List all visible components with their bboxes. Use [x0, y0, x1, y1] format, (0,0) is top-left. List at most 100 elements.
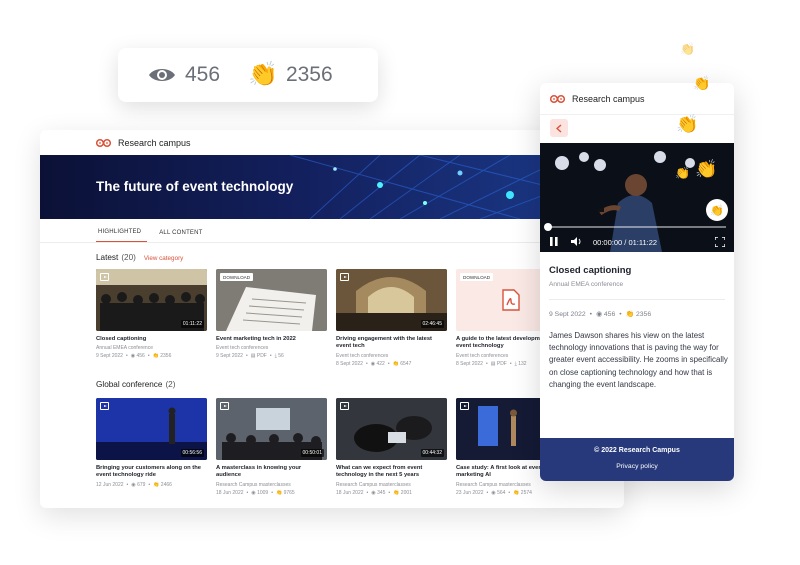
video-player[interactable]: 👏 👏 👏 [540, 143, 734, 252]
claps-count: 2356 [160, 353, 172, 360]
hero-banner: The future of event technology [40, 155, 624, 219]
video-icon [220, 402, 229, 410]
clap-icon: 👏 [392, 360, 399, 367]
page-title: The future of event technology [96, 179, 294, 194]
content-card[interactable]: 01:11:22 Closed captioning Annual EMEA c… [96, 269, 207, 367]
video-icon [100, 402, 109, 410]
claps-count: 6547 [400, 360, 412, 367]
eye-icon: ◉ [371, 489, 376, 496]
card-title: What can we expect from event technology… [336, 465, 423, 479]
mobile-view: Research campus 👏 👏 👏 00:00:00 / 01:11:2… [540, 83, 734, 481]
file-icon: ▤ [490, 360, 496, 367]
latest-grid: 01:11:22 Closed captioning Annual EMEA c… [96, 269, 576, 367]
card-title: Closed captioning [96, 336, 147, 342]
footer: © 2022 Research Campus Privacy policy [540, 438, 734, 481]
views-count: 1009 [257, 489, 269, 496]
floating-clap-icon: 👏 [680, 42, 695, 56]
views-count: 456 [603, 310, 616, 318]
card-meta: 9 Sept 2022 • ▤ PDF • ⤓ 56 [216, 353, 284, 360]
card-meta: 12 Jun 2022 • ◉ 679 • 👏 2466 [96, 481, 172, 488]
content-card[interactable]: 00:44:32 What can we expect from event t… [336, 398, 447, 496]
file-icon: ▤ [250, 353, 256, 360]
volume-icon[interactable] [571, 237, 582, 246]
clap-icon: 👏 [695, 159, 718, 179]
download-icon: ⤓ [274, 353, 277, 360]
tab-all-content[interactable]: ALL CONTENT [157, 230, 208, 242]
download-count: 56 [278, 353, 284, 360]
video-date: 9 Sept 2022 [549, 310, 586, 318]
content-card[interactable]: 02:46:45 Driving engagement with the lat… [336, 269, 447, 367]
progress-bar[interactable] [546, 226, 726, 228]
thumbnail: 00:56:56 [96, 398, 207, 460]
content-card[interactable]: DOWNLOAD Event marketing tech in 2022 Ev… [216, 269, 327, 367]
clap-icon: 👏 [625, 311, 635, 318]
card-subtitle: Research Campus masterclasses [336, 481, 411, 488]
card-title: Event marketing tech in 2022 [216, 336, 296, 342]
clap-icon: 👏 [153, 481, 160, 488]
claps-count: 2466 [160, 481, 172, 488]
playback-time: 00:00:00 / 01:11:22 [593, 238, 658, 247]
clap-icon: 👏 [513, 489, 520, 496]
privacy-policy-link[interactable]: Privacy policy [540, 463, 734, 470]
views-stat: 456 [148, 63, 220, 87]
thumbnail: 02:46:45 [336, 269, 447, 331]
views-count: 456 [185, 63, 221, 86]
card-date: 23 Jun 2022 [456, 489, 484, 496]
video-subtitle: Annual EMEA conference [549, 281, 624, 288]
clap-icon: 👏 [675, 166, 690, 180]
section-title: Global conference [96, 380, 163, 389]
pause-icon[interactable] [550, 237, 558, 246]
views-count: 345 [377, 489, 386, 496]
download-count: 132 [518, 360, 527, 367]
section-title: Latest [96, 253, 119, 262]
views-count: 679 [137, 481, 146, 488]
claps-stat: 👏 2356 [248, 63, 333, 87]
content-card[interactable]: 00:50:01 A masterclass in knowing your a… [216, 398, 327, 496]
back-button[interactable] [550, 119, 568, 137]
card-date: 8 Sept 2022 [336, 360, 363, 367]
global-section-header: Global conference (2) [40, 380, 175, 389]
content-card[interactable]: 00:56:56 Bringing your customers along o… [96, 398, 207, 496]
eye-icon: ◉ [251, 489, 256, 496]
claps-count: 2574 [520, 489, 532, 496]
desktop-header: Research campus [40, 130, 624, 155]
thumbnail: 00:44:32 [336, 398, 447, 460]
footer-copyright: © 2022 Research Campus [594, 447, 680, 454]
chevron-left-icon [556, 123, 562, 133]
card-date: 18 Jun 2022 [216, 489, 244, 496]
views-count: 422 [376, 360, 385, 367]
section-count: (20) [121, 253, 136, 262]
card-date: 12 Jun 2022 [96, 481, 124, 488]
clap-icon: 👏 [275, 489, 283, 496]
floating-clap-icon: 👏 [693, 75, 711, 91]
video-icon [340, 273, 349, 281]
progress-handle[interactable] [544, 223, 552, 231]
download-badge: DOWNLOAD [460, 273, 494, 281]
eye-icon [149, 69, 175, 81]
card-subtitle: Event tech conferences [216, 345, 269, 352]
card-meta: 8 Sept 2022 • ◉ 422 • 👏 6547 [336, 360, 412, 367]
divider [549, 299, 725, 300]
content-tabs: HIGHLIGHTED ALL CONTENT [40, 219, 624, 243]
card-subtitle: Event tech conferences [336, 352, 389, 359]
brand-name: Research campus [572, 93, 645, 104]
research-campus-logo-icon [96, 138, 111, 147]
clap-button[interactable]: 👏 [706, 199, 728, 221]
card-title: Bringing your customers along on the eve… [96, 465, 201, 479]
card-title: Driving engagement with the latest event… [336, 336, 432, 350]
card-subtitle: Research Campus masterclasses [216, 481, 291, 488]
floating-clap-icon: 👏 [676, 114, 699, 134]
video-description: James Dawson shares his view on the late… [549, 331, 728, 389]
file-format: PDF [496, 360, 507, 367]
video-meta: 9 Sept 2022 • ◉ 456 • 👏 2356 [549, 310, 652, 319]
duration-badge: 00:44:32 [420, 449, 444, 457]
views-count: 564 [497, 489, 506, 496]
video-icon [340, 402, 349, 410]
view-category-link[interactable]: View category [144, 255, 183, 262]
video-icon [100, 273, 109, 281]
fullscreen-icon[interactable] [715, 237, 725, 247]
file-format: PDF [256, 353, 267, 360]
thumbnail: DOWNLOAD [216, 269, 327, 331]
desktop-view: Research campus The future of event tech… [40, 130, 624, 508]
tab-highlighted[interactable]: HIGHLIGHTED [96, 229, 148, 242]
